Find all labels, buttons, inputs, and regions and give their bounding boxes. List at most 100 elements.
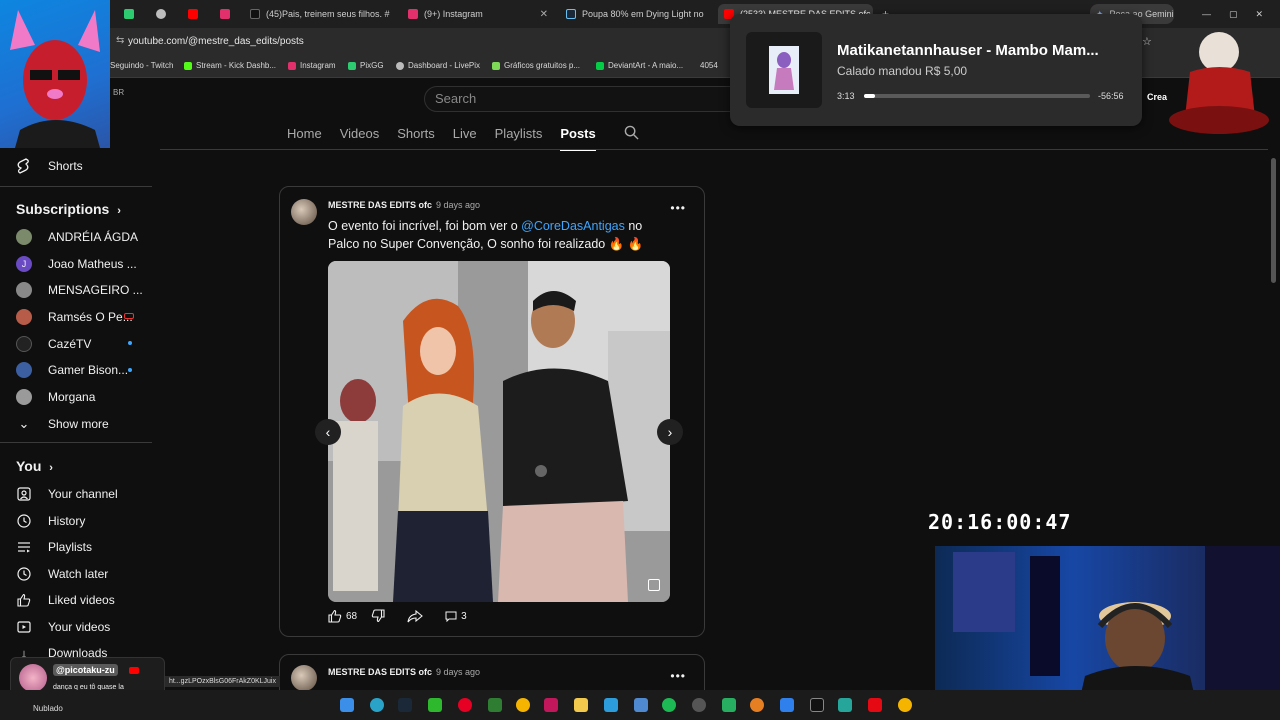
browser-tab-2[interactable]	[150, 4, 180, 24]
sidebar-item-label: Your videos	[48, 620, 111, 634]
app-bag-icon[interactable]	[604, 698, 618, 712]
post-photo	[328, 261, 670, 602]
steam-icon[interactable]	[398, 698, 412, 712]
show-more-button[interactable]: ⌄ Show more	[16, 416, 109, 432]
media-progress-bar[interactable]	[864, 94, 1090, 98]
browser-tab-7[interactable]: Poupa 80% em Dying Light no	[560, 4, 712, 24]
app-icon[interactable]	[780, 698, 794, 712]
bookmark-instagram[interactable]: Instagram	[288, 61, 336, 70]
status-bar-url: ht...gzLPOzxBlsG06FrAkZ0KLJuix	[165, 676, 280, 687]
tiktok-icon[interactable]	[810, 698, 824, 712]
channel-avatar	[16, 229, 32, 245]
browser-tab-5[interactable]: (45)Pais, treinem seus filhos. #	[244, 4, 402, 24]
channel-avatar[interactable]	[291, 199, 317, 225]
app-icon[interactable]	[722, 698, 736, 712]
bookmark-label: Dashboard - LivePix	[408, 61, 481, 70]
minimize-icon[interactable]: —	[1202, 9, 1211, 19]
tab-home[interactable]: Home	[287, 126, 322, 151]
bookmark-label: Seguindo - Twitch	[110, 61, 174, 70]
sidebar-item-sub-2[interactable]: J Joao Matheus ...	[16, 256, 137, 272]
livepix-icon	[396, 61, 404, 70]
sidebar-item-history[interactable]: History	[16, 513, 85, 529]
tab-live[interactable]: Live	[453, 126, 477, 151]
sidebar-item-sub-6[interactable]: Gamer Bison...	[16, 362, 128, 378]
sidebar-item-sub-1[interactable]: ANDRÉIA ÁGDA	[16, 229, 138, 245]
dislike-button[interactable]	[371, 609, 385, 623]
close-icon[interactable]: ✕	[540, 9, 548, 20]
start-icon[interactable]	[340, 698, 354, 712]
share-button[interactable]	[407, 609, 423, 623]
channel-avatar[interactable]	[291, 665, 317, 691]
sidebar-item-shorts[interactable]: Shorts	[16, 158, 83, 174]
app-a-icon[interactable]	[544, 698, 558, 712]
star-icon[interactable]: ☆	[1142, 35, 1152, 48]
instagram-icon	[220, 9, 230, 19]
app-b-icon[interactable]	[488, 698, 502, 712]
search-input[interactable]: Search	[424, 86, 754, 112]
notepad-icon[interactable]	[634, 698, 648, 712]
mascot-sticker	[1160, 22, 1278, 134]
netflix-icon[interactable]	[868, 698, 882, 712]
bookmark-deviantart[interactable]: DeviantArt - A maio...	[596, 61, 683, 70]
you-heading[interactable]: You ›	[16, 458, 53, 474]
post-text: O evento foi incrível, foi bom ver o @Co…	[328, 217, 668, 253]
browser-tab-1[interactable]	[118, 4, 148, 24]
tab-videos[interactable]: Videos	[340, 126, 380, 151]
url-field[interactable]: youtube.com/@mestre_das_edits/posts	[128, 36, 304, 47]
bookmark-graficos[interactable]: Gráficos gratuitos p...	[492, 61, 580, 70]
app-icon[interactable]	[750, 698, 764, 712]
post-image[interactable]	[328, 261, 670, 602]
folder-icon[interactable]	[574, 698, 588, 712]
mention-link[interactable]: @CoreDasAntigas	[521, 219, 625, 233]
xbox-icon[interactable]	[428, 698, 442, 712]
channel-tabs: Home Videos Shorts Live Playlists Posts	[287, 126, 596, 151]
bookmark-livepix[interactable]: Dashboard - LivePix	[396, 61, 480, 70]
browser-tab-3[interactable]	[182, 4, 212, 24]
remaining-time: -56:56	[1098, 91, 1124, 101]
carousel-prev-button[interactable]: ‹	[315, 419, 341, 445]
bookmark-4054[interactable]: 4054	[700, 61, 718, 70]
edge-icon[interactable]	[370, 698, 384, 712]
tab-posts[interactable]: Posts	[560, 126, 596, 151]
like-button[interactable]: 68	[328, 609, 357, 623]
sidebar-item-liked-videos[interactable]: Liked videos	[16, 592, 115, 608]
carousel-next-button[interactable]: ›	[657, 419, 683, 445]
maximize-icon[interactable]: ▢	[1229, 9, 1238, 20]
pixgg-icon	[348, 61, 356, 70]
sidebar-item-sub-7[interactable]: Morgana	[16, 389, 95, 405]
obs-icon[interactable]	[692, 698, 706, 712]
post-author[interactable]: MESTRE DAS EDITS ofc 9 days ago	[328, 200, 480, 210]
sidebar-item-sub-4[interactable]: Ramsés O Pe...	[16, 309, 133, 325]
chrome-icon[interactable]	[898, 698, 912, 712]
sidebar-item-label: Watch later	[48, 567, 109, 581]
sidebar-item-watch-later[interactable]: Watch later	[16, 566, 108, 582]
app-icon[interactable]	[838, 698, 852, 712]
browser-tab-6[interactable]: (9+) Instagram ✕	[402, 4, 552, 24]
pinterest-icon[interactable]	[458, 698, 472, 712]
sidebar-item-sub-3[interactable]: MENSAGEIRO ...	[16, 282, 143, 298]
sidebar-item-your-channel[interactable]: Your channel	[16, 486, 118, 502]
back-icon[interactable]: ⇆	[116, 35, 124, 46]
close-window-icon[interactable]: ✕	[1256, 9, 1264, 20]
spotify-icon[interactable]	[662, 698, 676, 712]
comments-button[interactable]: 3	[445, 611, 467, 622]
chrome-icon[interactable]	[516, 698, 530, 712]
sidebar-item-sub-5[interactable]: CazéTV	[16, 336, 91, 352]
channel-search-icon[interactable]	[624, 125, 639, 143]
more-options-icon[interactable]: •••	[670, 669, 686, 683]
browser-tab-4[interactable]	[214, 4, 244, 24]
bookmark-twitch[interactable]: Seguindo - Twitch	[110, 61, 173, 70]
sidebar-item-playlists[interactable]: Playlists	[16, 539, 92, 555]
like-count: 68	[346, 610, 358, 622]
instagram-icon	[288, 61, 296, 70]
tab-playlists[interactable]: Playlists	[495, 126, 543, 151]
sidebar-item-your-videos[interactable]: Your videos	[16, 619, 110, 635]
post-author[interactable]: MESTRE DAS EDITS ofc 9 days ago	[328, 667, 480, 677]
subscriptions-heading[interactable]: Subscriptions ›	[16, 201, 121, 217]
bookmark-kick[interactable]: Stream - Kick Dashb...	[184, 61, 276, 70]
tab-shorts[interactable]: Shorts	[397, 126, 435, 151]
bookmark-pixgg[interactable]: PixGG	[348, 61, 384, 70]
page-scrollbar[interactable]	[1271, 158, 1276, 283]
more-options-icon[interactable]: •••	[670, 201, 686, 215]
sidebar-item-label: ANDRÉIA ÁGDA	[48, 230, 139, 244]
